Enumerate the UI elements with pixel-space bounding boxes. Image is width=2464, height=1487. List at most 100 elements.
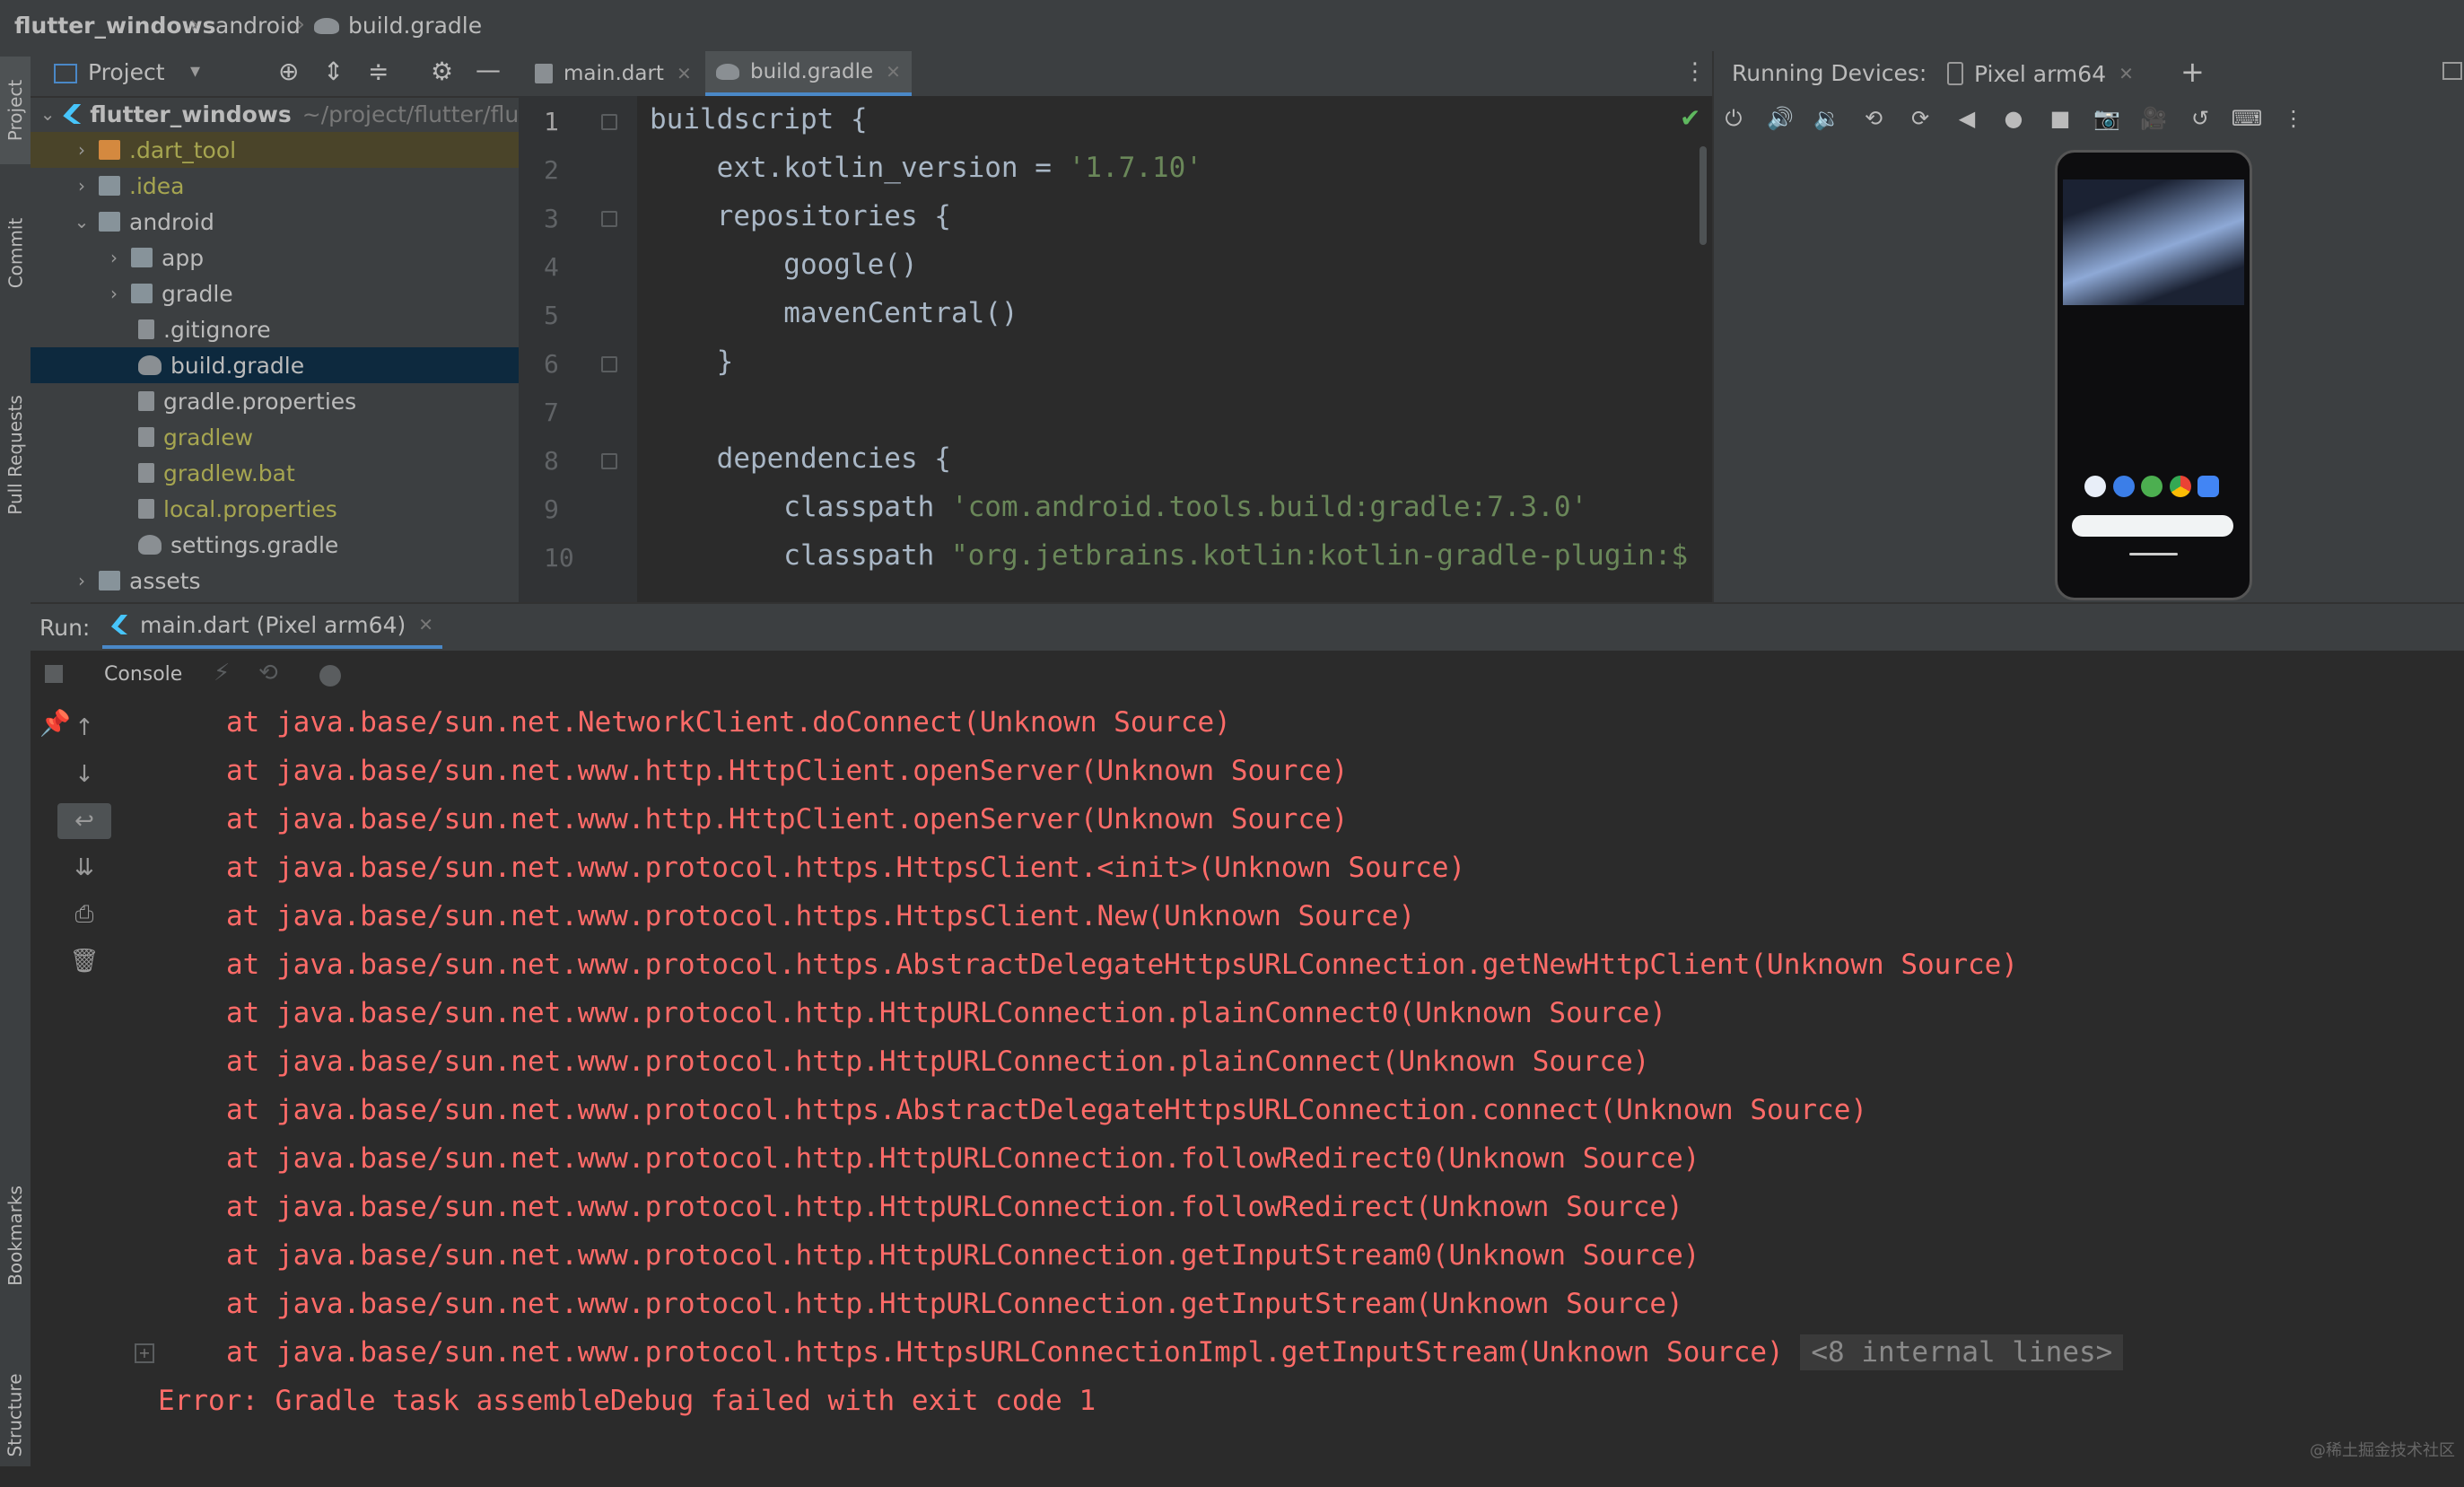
fold-marker-icon[interactable]	[601, 114, 617, 130]
camera-icon[interactable]: 📷	[2089, 96, 2125, 141]
fold-marker-icon[interactable]	[601, 453, 617, 469]
arrow-up-icon[interactable]: ↑	[57, 710, 111, 746]
rotate-right-icon[interactable]: ⟳	[1902, 96, 1938, 141]
minimize-icon[interactable]: —	[476, 55, 501, 84]
stop-icon[interactable]	[45, 665, 63, 683]
tree-item-assets[interactable]: › assets	[31, 563, 560, 599]
breadcrumb-file[interactable]: build.gradle	[348, 13, 482, 39]
tool-tab-bookmarks[interactable]: Bookmarks	[0, 1146, 31, 1325]
tool-tab-project[interactable]: Project	[0, 57, 31, 164]
tab-main-dart[interactable]: main.dart ✕	[524, 51, 703, 96]
tree-item-dart-tool[interactable]: › .dart_tool	[31, 132, 560, 168]
device-screen[interactable]	[2055, 150, 2252, 600]
chevron-down-icon[interactable]: ⌄	[72, 211, 92, 232]
expand-all-icon[interactable]: ⇕	[323, 57, 344, 86]
code-line: mavenCentral()	[650, 297, 1018, 329]
chevron-right-icon[interactable]: ›	[72, 175, 92, 197]
tool-tab-structure[interactable]: Structure	[0, 1343, 31, 1487]
chevron-right-icon[interactable]: ›	[104, 247, 124, 268]
tool-tab-pull-requests[interactable]: Pull Requests	[0, 347, 31, 563]
chrome-app-icon[interactable]	[2169, 476, 2191, 497]
tab-build-gradle[interactable]: build.gradle ✕	[705, 51, 912, 96]
keyboard-icon[interactable]: ⌨	[2229, 96, 2265, 141]
tool-tab-commit[interactable]: Commit	[0, 186, 31, 320]
close-icon[interactable]: ✕	[677, 63, 692, 84]
trash-icon[interactable]: 🗑	[57, 943, 111, 979]
chevron-right-icon[interactable]: ›	[104, 283, 124, 304]
window-icon[interactable]	[2442, 62, 2462, 80]
tree-item-label: flutter_windows	[90, 101, 292, 127]
devtools-icon[interactable]	[319, 665, 341, 687]
chevron-down-icon[interactable]: ▾	[190, 60, 200, 83]
tree-item-app[interactable]: › app	[31, 240, 592, 276]
close-icon[interactable]: ✕	[418, 614, 433, 635]
breadcrumb-separator: ›	[296, 11, 305, 37]
gesture-bar	[2129, 553, 2178, 555]
run-tab-main-dart[interactable]: main.dart (Pixel arm64) ✕	[102, 604, 442, 649]
device-controls-toolbar: ⏻ 🔊 🔉 ⟲ ⟳ ◀ ● ■ 📷 🎥 ↺ ⌨ ⋮	[1714, 96, 2464, 141]
editor-scrollbar[interactable]	[1699, 146, 1707, 245]
console-line: at java.base/sun.net.www.protocol.http.H…	[226, 1045, 1650, 1078]
video-icon[interactable]: 🎥	[2136, 96, 2171, 141]
close-icon[interactable]: ✕	[2119, 63, 2134, 84]
gear-icon[interactable]: ⚙	[431, 57, 453, 86]
tree-item-label: gradle.properties	[163, 388, 357, 415]
hot-restart-icon[interactable]: ⟲	[258, 660, 278, 687]
tree-item-gradle[interactable]: › gradle	[31, 276, 592, 311]
console-line: at java.base/sun.net.www.protocol.https.…	[226, 1334, 2124, 1370]
gradle-icon	[138, 535, 162, 555]
code-editor[interactable]: buildscript { ext.kotlin_version = '1.7.…	[637, 96, 1712, 602]
power-icon[interactable]: ⏻	[1716, 96, 1752, 141]
tree-item-flutter-windows[interactable]: ⌄ flutter_windows ~/project/flutter/flut	[31, 96, 528, 132]
back-icon[interactable]: ◀	[1949, 96, 1985, 141]
code-string: 'com.android.tools.build:gradle:7.3.0'	[950, 491, 1588, 523]
breadcrumb-project[interactable]: flutter_windows	[14, 13, 216, 39]
volume-down-icon[interactable]: 🔉	[1809, 96, 1845, 141]
overview-icon[interactable]: ■	[2042, 96, 2078, 141]
console-tab[interactable]: Console	[104, 663, 182, 686]
fold-marker-icon[interactable]	[601, 211, 617, 227]
code-text: ext.kotlin_version =	[650, 152, 1069, 184]
rotate-left-icon[interactable]: ⟲	[1856, 96, 1892, 141]
tree-item-label: local.properties	[163, 495, 337, 522]
console-line: at java.base/sun.net.www.http.HttpClient…	[226, 755, 1349, 787]
chevron-right-icon[interactable]: ›	[72, 570, 92, 591]
soft-wrap-icon[interactable]: ↩	[57, 803, 111, 839]
google-search-bar[interactable]	[2072, 515, 2233, 537]
internal-lines-fold[interactable]: <8 internal lines>	[1800, 1334, 2124, 1370]
home-icon[interactable]: ●	[1996, 96, 2031, 141]
more-options-icon[interactable]: ⋮	[2276, 96, 2311, 141]
expand-icon[interactable]: +	[135, 1343, 154, 1363]
print-icon[interactable]: ⎙	[57, 897, 111, 932]
chevron-down-icon[interactable]: ⌄	[39, 103, 56, 125]
scroll-to-end-icon[interactable]: ⇊	[57, 850, 111, 886]
volume-up-icon[interactable]: 🔊	[1762, 96, 1798, 141]
locate-icon[interactable]: ⊕	[278, 57, 299, 86]
fold-marker-icon[interactable]	[601, 356, 617, 372]
tree-item-idea[interactable]: › .idea	[31, 168, 560, 204]
add-device-icon[interactable]: +	[2180, 55, 2205, 89]
reset-icon[interactable]: ↺	[2182, 96, 2218, 141]
messages-app-icon[interactable]	[2112, 476, 2135, 497]
close-icon[interactable]: ✕	[886, 61, 901, 83]
more-options-icon[interactable]: ⋮	[1683, 58, 1707, 85]
play-store-app-icon[interactable]	[2141, 476, 2163, 497]
phone-app-icon[interactable]	[2084, 476, 2106, 497]
line-number: 2	[544, 155, 559, 185]
line-number: 6	[544, 349, 559, 379]
hot-reload-icon[interactable]: ⚡	[214, 660, 230, 687]
line-number: 9	[544, 494, 559, 524]
project-view-title[interactable]: Project	[88, 59, 165, 85]
tab-pixel-arm64[interactable]: Pixel arm64 ✕	[1947, 51, 2134, 96]
camera-app-icon[interactable]	[2198, 476, 2219, 497]
tree-item-label: .idea	[129, 172, 185, 199]
tree-item-android[interactable]: ⌄ android	[31, 204, 560, 240]
properties-file-icon	[138, 499, 154, 519]
breadcrumb-folder[interactable]: android	[215, 13, 301, 39]
collapse-all-icon[interactable]: ≑	[368, 57, 389, 86]
chevron-right-icon[interactable]: ›	[72, 139, 92, 161]
project-panel: Project ▾ ⊕ ⇕ ≑ ⚙ — ⌄ flutter_windows ~/…	[31, 51, 626, 602]
arrow-down-icon[interactable]: ↓	[57, 757, 111, 792]
console-output[interactable]: at java.base/sun.net.NetworkClient.doCon…	[129, 699, 2464, 1466]
code-text: classpath	[650, 539, 951, 572]
